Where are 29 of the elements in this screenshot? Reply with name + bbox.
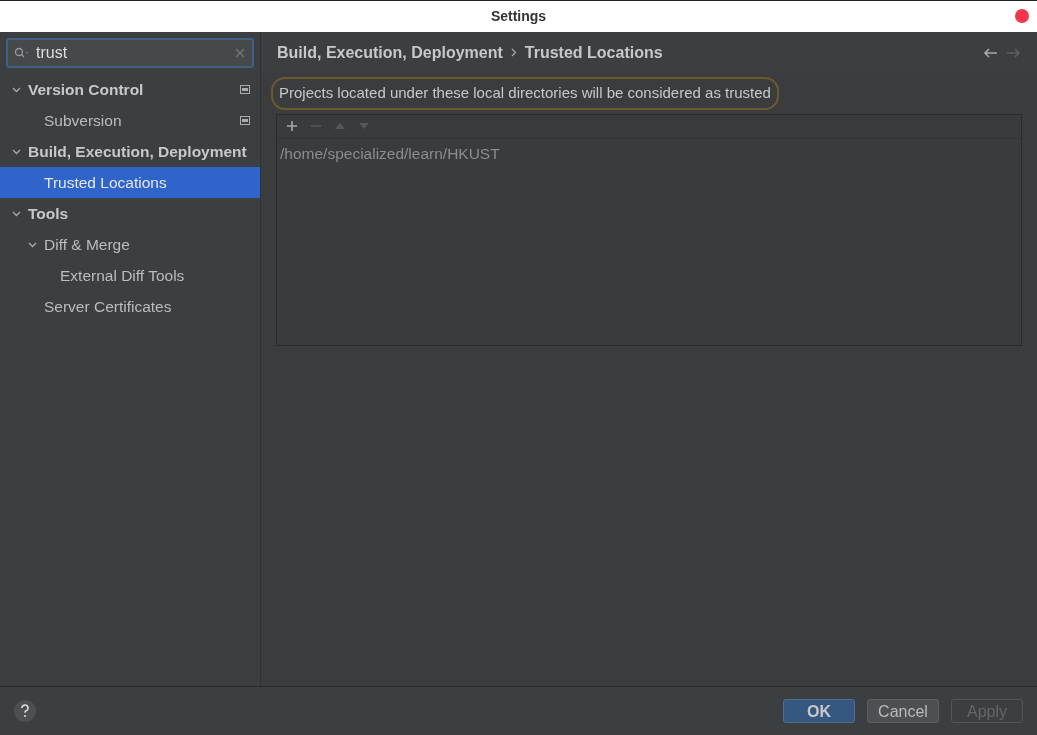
location-path[interactable]: /home/specialized/learn/HKUST [277,138,1021,168]
window-title: Settings [490,7,547,26]
tree-item[interactable]: Tools [0,198,260,229]
search-icon [14,47,30,59]
tree-item[interactable]: Subversion [0,105,260,136]
tree-item[interactable]: Build, Execution, Deployment [0,136,260,167]
description-text: Projects located under these local directories will be considered as trusted [271,77,779,110]
tree-item[interactable]: Trusted Locations [0,167,260,198]
plus-icon[interactable] [285,120,299,132]
project-level-icon [240,116,250,125]
close-icon[interactable] [1015,9,1029,23]
chevron-down-icon[interactable] [12,148,21,155]
tree-item[interactable]: Server Certificates [0,291,260,322]
back-arrow-icon[interactable] [983,46,997,59]
question-mark-icon [20,704,30,718]
chevron-down-icon[interactable] [12,210,21,217]
tree-item[interactable]: External Diff Tools [0,260,260,291]
help-button[interactable] [14,700,36,722]
chevron-right-icon [510,48,517,57]
project-level-icon [240,85,250,94]
chevron-down-icon[interactable] [28,241,37,248]
tree-item[interactable]: Version Control [0,74,260,105]
breadcrumb-item: Build, Execution, Deployment [277,42,503,63]
chevron-down-icon[interactable] [12,86,21,93]
tree-item[interactable]: Diff & Merge [0,229,260,260]
dialog-button[interactable]: OK [783,699,855,723]
search-field[interactable]: trust [6,38,254,68]
breadcrumb-item: Trusted Locations [524,42,663,63]
dialog-button[interactable]: Cancel [867,699,939,723]
